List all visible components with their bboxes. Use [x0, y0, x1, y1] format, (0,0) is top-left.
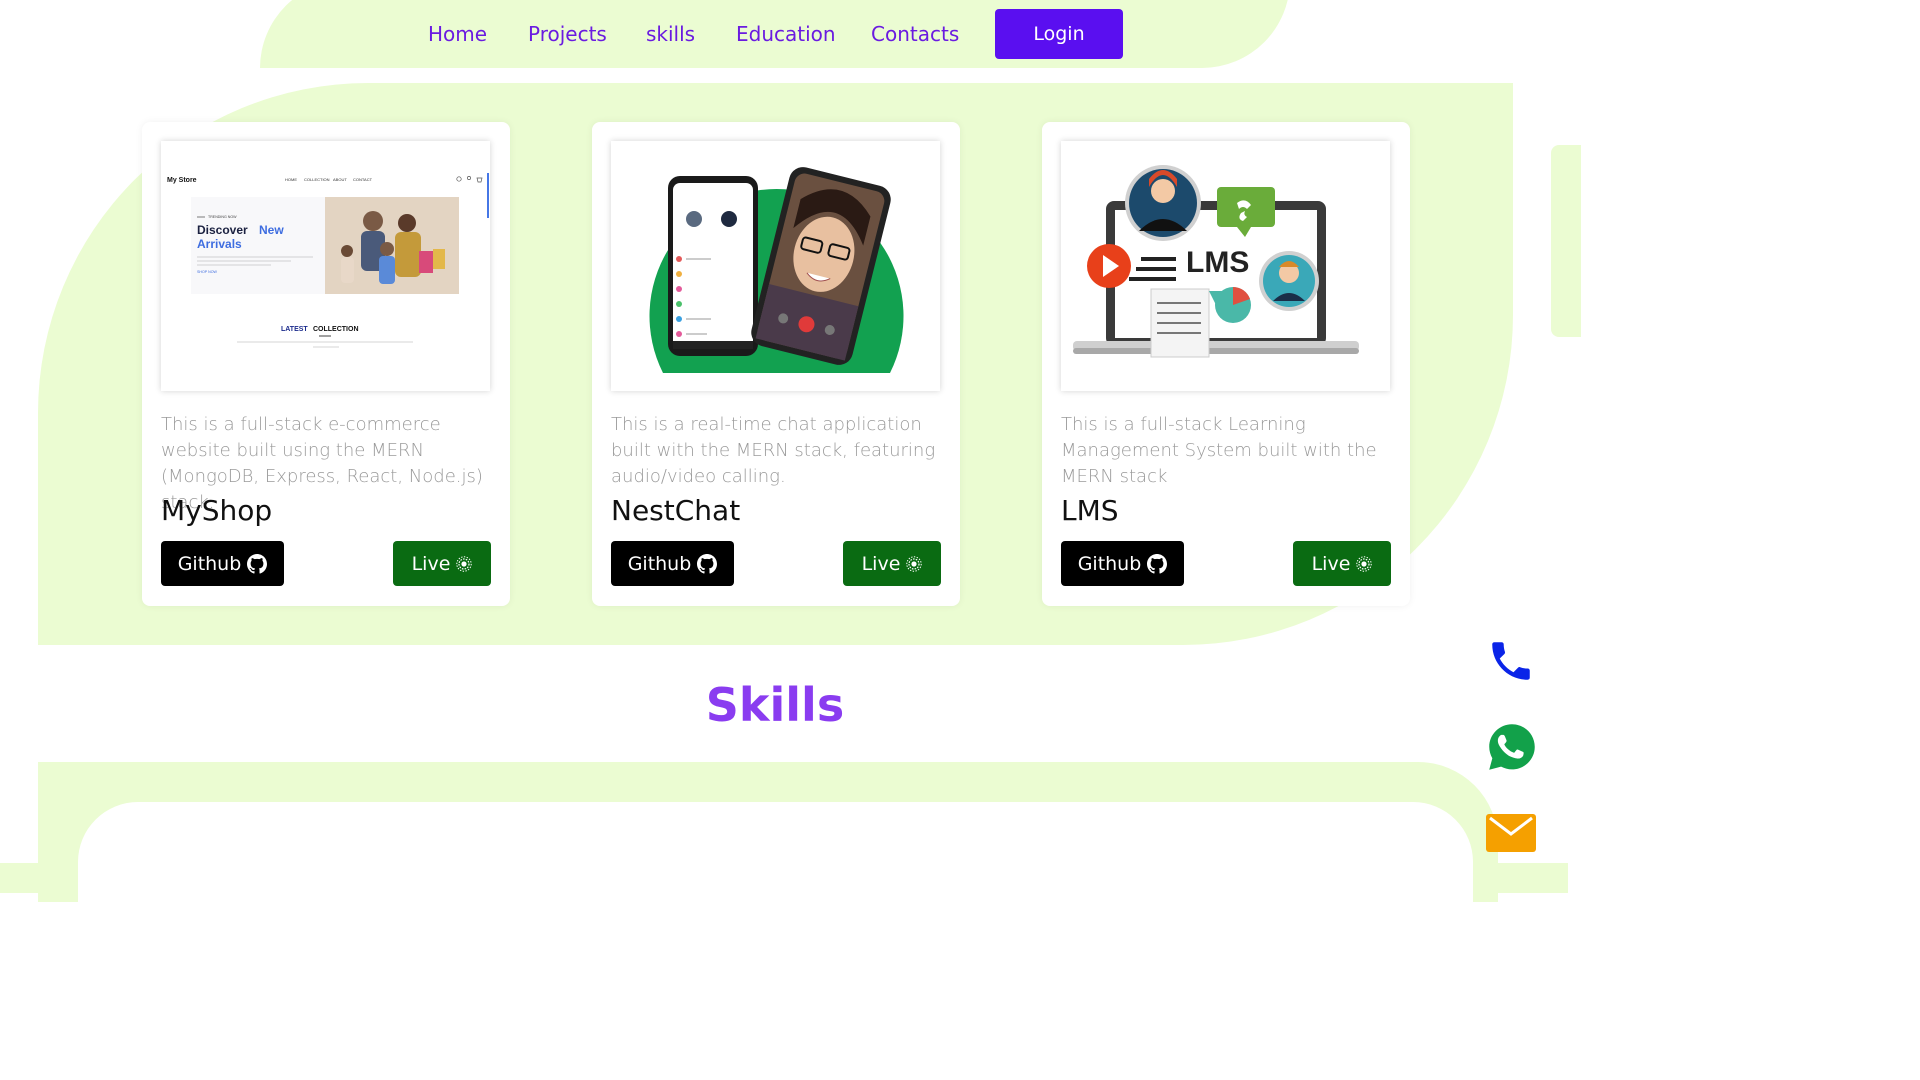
- project-title: MyShop: [161, 494, 273, 527]
- live-button[interactable]: Live: [843, 541, 941, 586]
- skills-panel: [78, 802, 1473, 902]
- nav-contacts[interactable]: Contacts: [871, 22, 959, 46]
- svg-text:My Store: My Store: [167, 177, 197, 184]
- github-icon: [1147, 553, 1168, 574]
- project-screenshot: My Store HOME COLLECTION ABOUT CONTACT T…: [161, 141, 490, 391]
- live-broadcast-icon: [456, 555, 473, 572]
- project-description: This is a full-stack Learning Management…: [1061, 414, 1377, 487]
- github-label: Github: [1077, 552, 1142, 575]
- project-title: NestChat: [611, 494, 741, 527]
- svg-text:New: New: [259, 223, 284, 237]
- edge-blob: [1551, 145, 1581, 337]
- nav-projects[interactable]: Projects: [528, 22, 607, 46]
- whatsapp-button[interactable]: [1486, 721, 1536, 771]
- live-label: Live: [1311, 552, 1351, 575]
- live-label: Live: [411, 552, 451, 575]
- live-button[interactable]: Live: [1293, 541, 1391, 586]
- project-card-nestchat: This is a real-time chat application bui…: [592, 122, 960, 606]
- top-nav: Home Projects skills Education Contacts …: [0, 9, 1568, 59]
- svg-text:COLLECTION: COLLECTION: [313, 326, 359, 333]
- project-card-myshop: My Store HOME COLLECTION ABOUT CONTACT T…: [142, 122, 510, 606]
- project-description: This is a real-time chat application bui…: [611, 414, 936, 487]
- github-button[interactable]: Github: [161, 541, 284, 586]
- github-icon: [697, 553, 718, 574]
- svg-text:Discover: Discover: [197, 223, 248, 237]
- mail-button[interactable]: [1486, 812, 1536, 862]
- github-button[interactable]: Github: [611, 541, 734, 586]
- github-icon: [247, 553, 268, 574]
- svg-text:LMS: LMS: [1186, 246, 1249, 279]
- project-title: LMS: [1061, 494, 1119, 527]
- nav-skills[interactable]: skills: [646, 22, 695, 46]
- github-label: Github: [627, 552, 692, 575]
- live-broadcast-icon: [906, 555, 923, 572]
- login-button[interactable]: Login: [995, 9, 1123, 59]
- svg-text:TRENDING NOW: TRENDING NOW: [208, 215, 237, 219]
- nav-education[interactable]: Education: [736, 22, 836, 46]
- svg-text:COLLECTION: COLLECTION: [304, 177, 330, 182]
- whatsapp-icon: [1489, 724, 1535, 770]
- phone-icon: [1492, 642, 1530, 680]
- github-label: Github: [177, 552, 242, 575]
- svg-text:HOME: HOME: [285, 177, 297, 182]
- live-broadcast-icon: [1356, 555, 1373, 572]
- live-button[interactable]: Live: [393, 541, 491, 586]
- project-screenshot: [611, 141, 940, 391]
- github-button[interactable]: Github: [1061, 541, 1184, 586]
- svg-text:ABOUT: ABOUT: [333, 177, 347, 182]
- svg-text:Arrivals: Arrivals: [197, 237, 242, 251]
- skills-heading: Skills: [705, 678, 845, 732]
- lms-screenshot-image: LMS: [1061, 141, 1390, 391]
- myshop-screenshot-image: My Store HOME COLLECTION ABOUT CONTACT T…: [161, 141, 490, 391]
- phone-button[interactable]: [1486, 636, 1536, 686]
- nestchat-screenshot-image: [611, 141, 940, 391]
- project-card-lms: LMS This is a full-stack Learning Manage…: [1042, 122, 1410, 606]
- live-label: Live: [861, 552, 901, 575]
- svg-text:LATEST: LATEST: [281, 326, 308, 333]
- nav-home[interactable]: Home: [428, 22, 487, 46]
- svg-text:SHOP NOW: SHOP NOW: [197, 270, 218, 274]
- svg-text:CONTACT: CONTACT: [353, 177, 373, 182]
- mail-icon: [1486, 814, 1536, 852]
- project-screenshot: LMS: [1061, 141, 1390, 391]
